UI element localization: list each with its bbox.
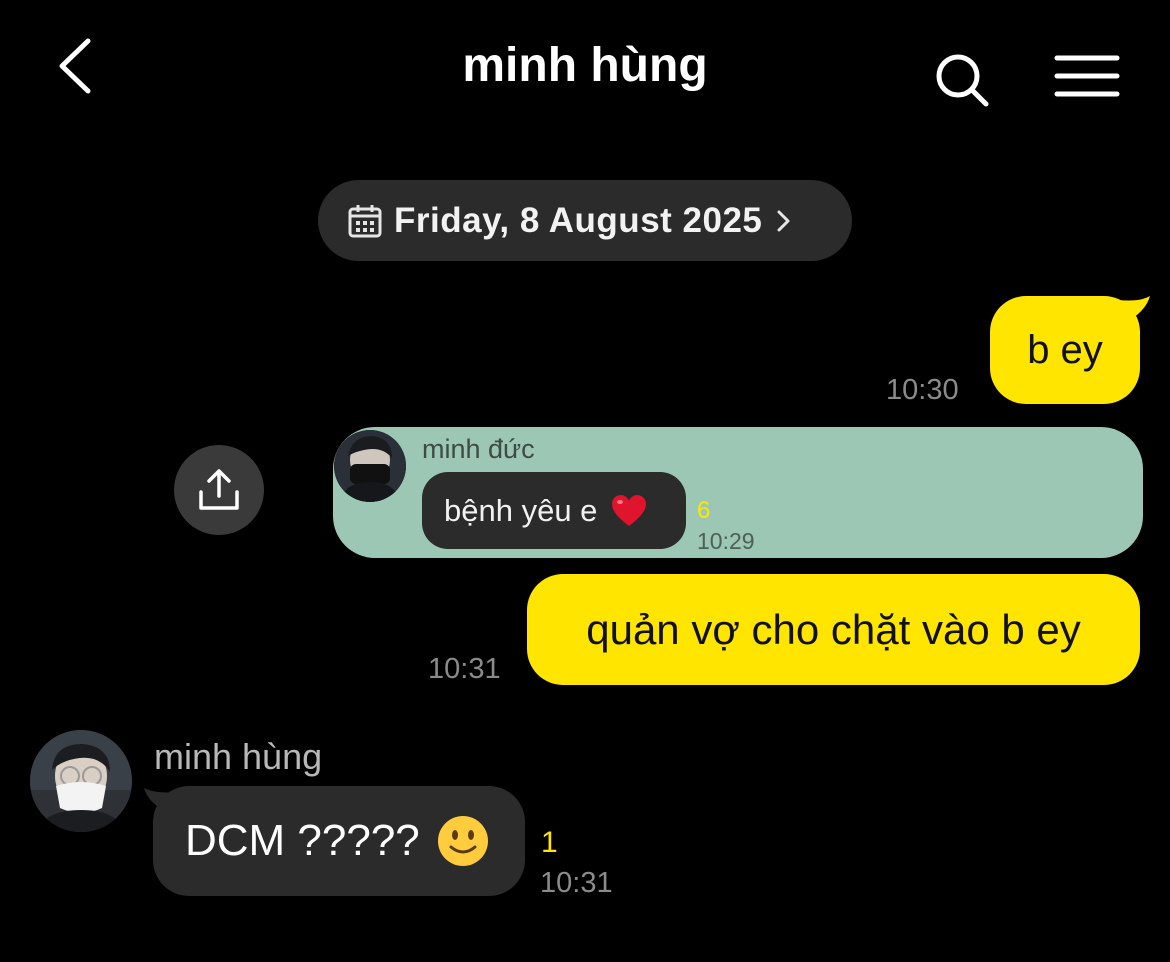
message-text: quản vợ cho chặt vào b ey bbox=[586, 605, 1081, 653]
slightly-smiling-face-emoji-icon bbox=[437, 816, 488, 866]
message-time: 10:30 bbox=[886, 374, 959, 406]
avatar-image bbox=[30, 730, 132, 832]
red-heart-emoji-icon bbox=[612, 494, 647, 526]
chevron-right-icon bbox=[777, 210, 790, 231]
message-text: bệnh yêu e bbox=[444, 492, 598, 528]
message-text: b ey bbox=[1027, 327, 1103, 372]
outgoing-message-bubble[interactable]: b ey bbox=[990, 296, 1140, 404]
search-button[interactable] bbox=[932, 50, 992, 110]
forwarded-sender-name: minh đức bbox=[422, 434, 535, 464]
unread-count: 1 bbox=[541, 826, 558, 859]
message-time: 10:31 bbox=[540, 867, 613, 899]
message-time: 10:31 bbox=[428, 653, 501, 685]
menu-button[interactable] bbox=[1054, 52, 1120, 102]
share-button[interactable] bbox=[174, 445, 264, 535]
unread-count: 6 bbox=[697, 497, 711, 524]
sender-name: minh hùng bbox=[154, 736, 323, 777]
message-time: 10:29 bbox=[697, 528, 755, 554]
incoming-message-bubble[interactable]: DCM ????? bbox=[153, 786, 525, 896]
search-icon bbox=[936, 54, 989, 107]
chat-title: minh hùng bbox=[462, 39, 708, 92]
hamburger-menu-icon bbox=[1054, 55, 1120, 97]
share-icon bbox=[199, 469, 239, 510]
sender-avatar[interactable] bbox=[30, 730, 132, 832]
date-divider[interactable]: Friday, 8 August 2025 bbox=[318, 180, 852, 261]
date-label: Friday, 8 August 2025 bbox=[394, 200, 763, 240]
avatar-image bbox=[334, 430, 406, 502]
outgoing-message-bubble[interactable]: quản vợ cho chặt vào b ey bbox=[527, 574, 1140, 685]
message-text: DCM ????? bbox=[185, 816, 420, 865]
forwarded-message-bubble: bệnh yêu e bbox=[422, 472, 686, 549]
avatar[interactable] bbox=[334, 430, 406, 502]
calendar-icon bbox=[348, 204, 382, 237]
